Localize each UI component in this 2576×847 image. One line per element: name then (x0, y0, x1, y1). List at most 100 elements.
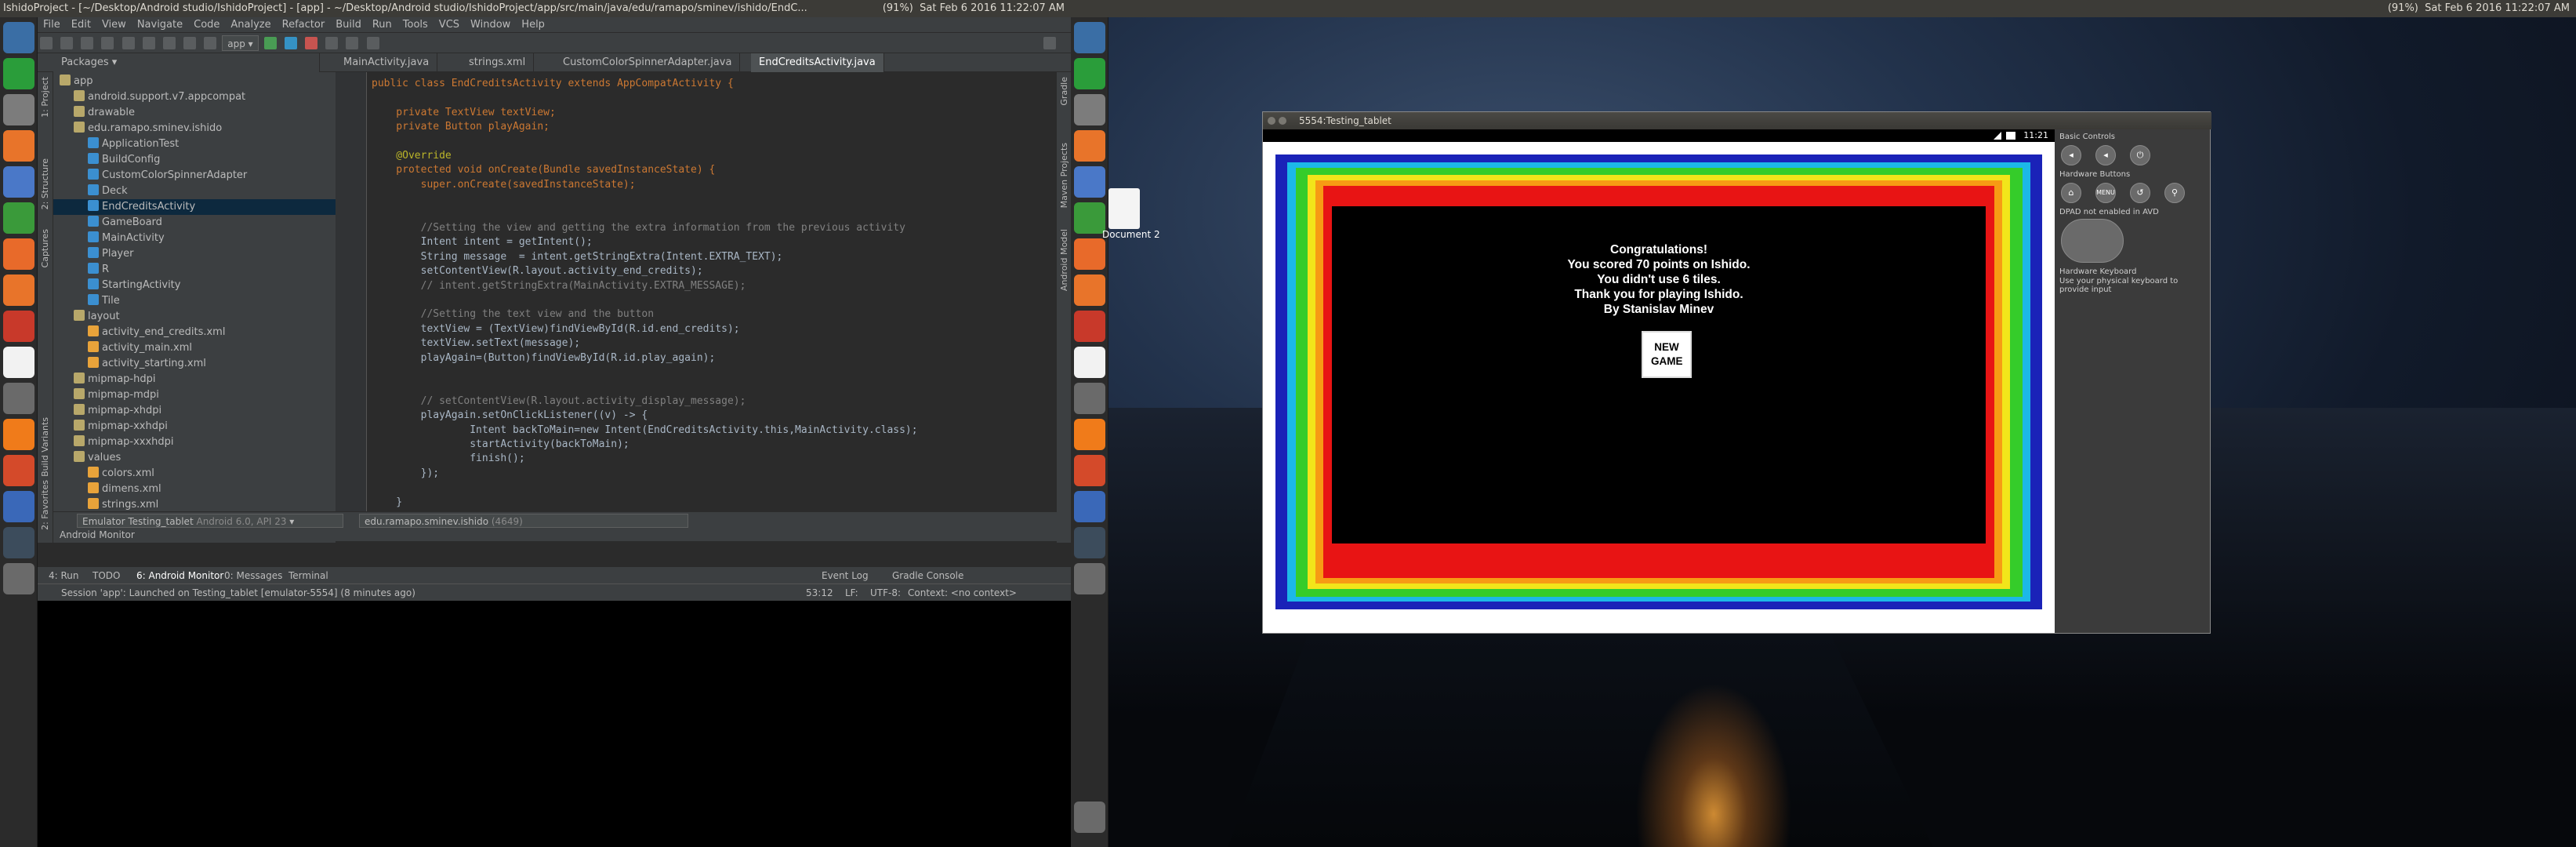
tree-item[interactable]: dimens.xml (53, 482, 336, 497)
context-indicator[interactable]: Context: <no context> (908, 584, 1017, 602)
tree-item[interactable]: activity_end_credits.xml (53, 325, 336, 340)
home-icon[interactable]: ⌂ (2061, 183, 2081, 203)
app-icon[interactable] (3, 419, 34, 450)
side-tab[interactable]: 1: Project (40, 77, 50, 118)
tree-item[interactable]: mipmap-mdpi (53, 387, 336, 403)
volume-down-icon[interactable]: ◂ (2061, 145, 2081, 165)
files-icon-right[interactable] (1074, 94, 1105, 125)
editor-tab[interactable]: EndCreditsActivity.java (751, 53, 884, 72)
spotify-icon[interactable] (3, 58, 34, 89)
right-side-tab[interactable]: Gradle (1059, 77, 1069, 106)
menu-window[interactable]: Window (465, 17, 516, 33)
tree-item[interactable]: Player (53, 246, 336, 262)
file-encoding[interactable]: UTF-8: (870, 584, 901, 602)
side-tab[interactable]: Captures (40, 229, 50, 267)
open-icon[interactable] (40, 37, 53, 49)
datetime[interactable]: Sat Feb 6 2016 11:22:07 AM (920, 2, 1065, 14)
cut-icon[interactable] (142, 37, 155, 49)
menu-analyze[interactable]: Analyze (225, 17, 276, 33)
calc-icon-right[interactable] (1074, 202, 1105, 234)
menu-run[interactable]: Run (367, 17, 397, 33)
android-studio-icon-right[interactable] (1074, 563, 1105, 594)
tree-item[interactable]: R (53, 262, 336, 278)
steam-icon-right[interactable] (1074, 455, 1105, 486)
tree-item[interactable]: edu.ramapo.sminev.ishido (53, 121, 336, 136)
tree-item[interactable]: activity_main.xml (53, 340, 336, 356)
avd-manager-icon[interactable] (346, 37, 359, 49)
tree-item[interactable]: MainActivity (53, 231, 336, 246)
text-editor-icon-right[interactable] (1074, 491, 1105, 522)
tree-item[interactable]: mipmap-xxhdpi (53, 419, 336, 434)
app-icon-right[interactable] (1074, 419, 1105, 450)
tree-item[interactable]: drawable (53, 105, 336, 121)
search-button-icon[interactable]: ⚲ (2164, 183, 2185, 203)
tree-item[interactable]: Deck (53, 184, 336, 199)
device-selector[interactable]: Emulator Testing_tablet Android 6.0, API… (77, 514, 343, 528)
trash-icon-right[interactable] (1074, 802, 1105, 833)
amazon-icon[interactable] (3, 311, 34, 342)
clock[interactable]: (91%) Sat Feb 6 2016 11:22:07 AM (883, 0, 1065, 17)
save-icon[interactable] (60, 37, 74, 49)
bottom-tab[interactable]: Terminal (288, 567, 328, 584)
editor-tab[interactable]: CustomColorSpinnerAdapter.java (555, 53, 741, 72)
redo-icon[interactable] (122, 37, 135, 49)
writer-icon-right[interactable] (1074, 166, 1105, 198)
firefox-icon-right[interactable] (1074, 130, 1105, 162)
menu-help[interactable]: Help (516, 17, 550, 33)
tree-item[interactable]: mipmap-xhdpi (53, 403, 336, 419)
menu-tools[interactable]: Tools (397, 17, 434, 33)
writer-icon[interactable] (3, 166, 34, 198)
undo-icon[interactable] (101, 37, 114, 49)
menu-edit[interactable]: Edit (66, 17, 96, 33)
clock-right[interactable]: (91%) Sat Feb 6 2016 11:22:07 AM (2388, 0, 2570, 17)
settings-icon[interactable] (3, 347, 34, 378)
text-editor-icon[interactable] (3, 491, 34, 522)
sync-icon[interactable] (81, 37, 94, 49)
steam-icon[interactable] (3, 455, 34, 486)
tree-item[interactable]: GameBoard (53, 215, 336, 231)
tree-item[interactable]: StartingActivity (53, 278, 336, 293)
ubuntu-dash-icon[interactable] (3, 22, 34, 53)
tree-item[interactable]: ApplicationTest (53, 136, 336, 152)
terminal-icon[interactable] (3, 527, 34, 558)
code-editor[interactable]: public class EndCreditsActivity extends … (336, 72, 1057, 522)
tree-item[interactable]: android.support.v7.appcompat (53, 89, 336, 105)
impress-icon[interactable] (3, 238, 34, 270)
volume-up-icon[interactable]: ◂ (2095, 145, 2116, 165)
copy-icon[interactable] (162, 37, 176, 49)
run-icon[interactable] (263, 37, 277, 49)
tree-item[interactable]: strings.xml (53, 497, 336, 513)
tree-item[interactable]: EndCreditsActivity (53, 199, 336, 215)
desktop-icon-label[interactable]: Document 2 (1102, 229, 1196, 240)
find-icon[interactable] (204, 37, 217, 49)
bottom-tab[interactable]: Gradle Console (892, 567, 963, 584)
spotify-icon-right[interactable] (1074, 58, 1105, 89)
ubuntu-dash-icon-right[interactable] (1074, 22, 1105, 53)
software-center-icon[interactable] (3, 274, 34, 306)
right-side-tab[interactable]: Maven Projects (1059, 143, 1069, 208)
debug-icon[interactable] (284, 37, 297, 49)
bottom-tab[interactable]: 0: Messages (224, 567, 282, 584)
sdk-manager-icon[interactable] (325, 37, 339, 49)
battery-indicator[interactable]: (91%) (883, 2, 913, 14)
help-icon[interactable] (366, 37, 379, 49)
tree-item[interactable]: BuildConfig (53, 152, 336, 168)
editor-tab[interactable]: MainActivity.java (336, 53, 438, 72)
tree-item[interactable]: app (53, 74, 336, 89)
side-tab[interactable]: 2: Favorites (40, 480, 50, 530)
menu-navigate[interactable]: Navigate (132, 17, 188, 33)
tree-item[interactable]: mipmap-hdpi (53, 372, 336, 387)
firefox-icon[interactable] (3, 130, 34, 162)
side-tab[interactable]: 2: Structure (40, 158, 50, 209)
back-icon[interactable]: ↺ (2130, 183, 2150, 203)
close-icon[interactable] (1268, 117, 1275, 125)
menu-refactor[interactable]: Refactor (277, 17, 331, 33)
terminal-icon-right[interactable] (1074, 527, 1105, 558)
settings-icon-right[interactable] (1074, 347, 1105, 378)
tree-item[interactable]: colors.xml (53, 466, 336, 482)
impress-icon-right[interactable] (1074, 238, 1105, 270)
emulator-titlebar[interactable]: 5554:Testing_tablet (1263, 112, 2211, 129)
cursor-position[interactable]: 53:12 (806, 584, 833, 602)
bottom-tab[interactable]: 4: Run (49, 567, 79, 584)
software-center-icon-right[interactable] (1074, 274, 1105, 306)
